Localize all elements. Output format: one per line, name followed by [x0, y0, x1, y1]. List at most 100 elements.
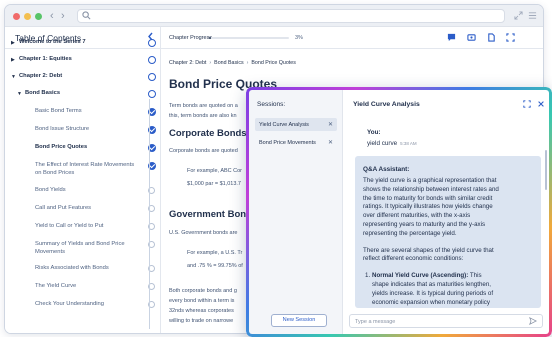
toc-item[interactable]: Basic Bond Terms	[5, 108, 161, 118]
toc-item[interactable]: The Effect of Interest Rate Movements on …	[5, 162, 161, 178]
toc-item-label: Basic Bond Terms	[35, 108, 82, 114]
menu-icon[interactable]	[528, 11, 537, 20]
session-label: Yield Curve Analysis	[259, 122, 309, 128]
progress-label: Chapter Progress	[169, 35, 213, 41]
assistant-text-line: over different maturities, with the x-ax…	[363, 212, 471, 220]
close-window-button[interactable]	[13, 13, 20, 20]
forward-icon[interactable]: ›	[61, 9, 65, 23]
minimize-window-button[interactable]	[24, 13, 31, 20]
message-timestamp: 5:38 AM	[400, 141, 417, 146]
back-icon[interactable]: ‹	[50, 9, 54, 23]
toc-item-label: Risks Associated with Bonds	[35, 265, 109, 271]
assistant-text-line: the time to maturity for bonds with simi…	[363, 194, 493, 202]
toc-item[interactable]: ▶ Welcome to the Series 7	[5, 39, 161, 49]
toc-item-label: Bond Price Quotes	[35, 144, 88, 150]
list-item-text: This	[468, 272, 482, 280]
chapter-progress: Chapter Progress 3%	[161, 27, 543, 49]
assistant-text-line: representing years to maturity and the y…	[363, 221, 486, 228]
progress-percent: 3%	[295, 35, 303, 41]
expand-icon[interactable]	[514, 11, 523, 20]
toc-item-label: Welcome to the Series 7	[19, 39, 86, 45]
expand-icon[interactable]	[523, 100, 531, 108]
toc-item[interactable]: Check Your Understanding	[5, 301, 161, 311]
assistant-text-line: shows the relationship between interest …	[363, 185, 499, 193]
breadcrumb-separator-icon: ›	[209, 60, 212, 66]
caret-down-icon[interactable]: ▼	[11, 74, 16, 82]
toc-item[interactable]: Yield to Call or Yield to Put	[5, 223, 161, 233]
toc-item-label: Chapter 2: Debt	[19, 73, 63, 79]
sessions-panel: Sessions: Yield Curve Analysis ✕ Bond Pr…	[249, 90, 343, 334]
send-icon[interactable]	[529, 317, 537, 325]
user-name: You:	[367, 129, 381, 136]
toc-item-label: Summary of Yields and Bond Price	[35, 241, 125, 247]
government-bonds-heading: Government Bond	[169, 209, 252, 220]
toc-item-label: Call and Put Features	[35, 205, 92, 211]
chat-icon[interactable]	[447, 33, 456, 42]
maximize-window-button[interactable]	[35, 13, 42, 20]
progress-bar	[209, 37, 289, 39]
assistant-text-line: ratings. It typically illustrates how yi…	[363, 203, 493, 211]
qa-assistant-panel: Sessions: Yield Curve Analysis ✕ Bond Pr…	[246, 87, 552, 337]
toc-item-label: Check Your Understanding	[35, 301, 104, 307]
progress-ring-icon	[148, 56, 156, 64]
caret-right-icon[interactable]: ▶	[11, 40, 15, 48]
message-input[interactable]	[355, 317, 525, 326]
new-session-button[interactable]: New Session	[271, 314, 327, 327]
session-item[interactable]: Bond Price Movements ✕	[255, 136, 337, 149]
toc-item[interactable]: The Yield Curve	[5, 283, 161, 293]
progress-fill	[209, 37, 212, 39]
browser-titlebar: ‹ ›	[5, 5, 543, 27]
close-icon[interactable]: ✕	[328, 121, 333, 128]
toc-item[interactable]: Bond Issue Structure	[5, 126, 161, 136]
caret-right-icon[interactable]: ▶	[11, 57, 15, 65]
breadcrumb-lesson: Bond Price Quotes	[251, 60, 296, 66]
notes-icon[interactable]	[487, 33, 496, 42]
list-item-title: Normal Yield Curve (Ascending):	[372, 272, 469, 280]
list-item-text: economic expansion when monetary policy	[372, 298, 490, 306]
session-label: Bond Price Movements	[259, 140, 316, 146]
chat-main: Yield Curve Analysis You: yield curve 5:3…	[343, 90, 549, 334]
session-item[interactable]: Yield Curve Analysis ✕	[255, 118, 337, 131]
toc-item-label: Bond Yields	[35, 187, 66, 193]
assistant-text-line: reflect different economic conditions:	[363, 255, 464, 263]
progress-ring-icon	[148, 39, 156, 47]
toc-item[interactable]: Summary of Yields and Bond Price Movement…	[5, 241, 161, 257]
message-input-row	[349, 314, 543, 328]
corporate-bonds-heading: Corporate Bonds	[169, 128, 247, 139]
toc-item-label: The Effect of Interest Rate Movements	[35, 162, 135, 168]
progress-connector-line	[148, 99, 150, 329]
assistant-text-line: representing the percentage yield.	[363, 229, 457, 237]
assistant-text-line: The yield curve is a graphical represent…	[363, 177, 497, 184]
assistant-name: Q&A Assistant:	[363, 166, 410, 173]
fullscreen-icon[interactable]	[506, 33, 515, 42]
breadcrumb: Chapter 2: Debt › Bond Basics › Bond Price Q…	[169, 60, 296, 66]
toc-item[interactable]: Bond Price Quotes	[5, 144, 161, 154]
caret-down-icon[interactable]: ▼	[17, 91, 22, 99]
breadcrumb-section[interactable]: Bond Basics	[214, 60, 243, 66]
table-of-contents: Table of Contents ▶ Welcome to the Series…	[5, 27, 161, 333]
progress-ring-icon	[148, 90, 156, 98]
toc-item[interactable]: Call and Put Features	[5, 205, 161, 215]
breadcrumb-chapter[interactable]: Chapter 2: Debt	[169, 60, 206, 66]
toc-item-label: on Bond Prices	[35, 170, 75, 176]
list-item-text: shape indicates that as maturities lengt…	[372, 281, 492, 288]
toc-item-label: Bond Basics	[25, 90, 61, 96]
toc-item[interactable]: ▶ Chapter 1: Equities	[5, 56, 161, 66]
toc-item-label: Bond Issue Structure	[35, 126, 90, 132]
toc-item[interactable]: Bond Yields	[5, 187, 161, 197]
progress-ring-icon	[148, 73, 156, 81]
close-icon[interactable]: ✕	[328, 139, 333, 146]
toc-item[interactable]: ▼ Bond Basics	[5, 90, 161, 100]
breadcrumb-separator-icon: ›	[246, 60, 249, 66]
chat-scrollbar[interactable]	[545, 150, 547, 190]
toc-item[interactable]: Risks Associated with Bonds	[5, 265, 161, 275]
toc-item[interactable]: ▼ Chapter 2: Debt	[5, 73, 161, 83]
chat-title: Yield Curve Analysis	[353, 101, 420, 108]
sessions-title: Sessions:	[257, 101, 286, 108]
close-icon[interactable]	[537, 100, 545, 108]
flashcards-icon[interactable]	[467, 33, 476, 42]
address-bar[interactable]	[77, 9, 505, 23]
list-item-text: yields increase. It is typical during pe…	[372, 289, 494, 297]
toc-item-label: Chapter 1: Equities	[19, 56, 72, 62]
toc-item-label: Yield to Call or Yield to Put	[35, 223, 104, 229]
